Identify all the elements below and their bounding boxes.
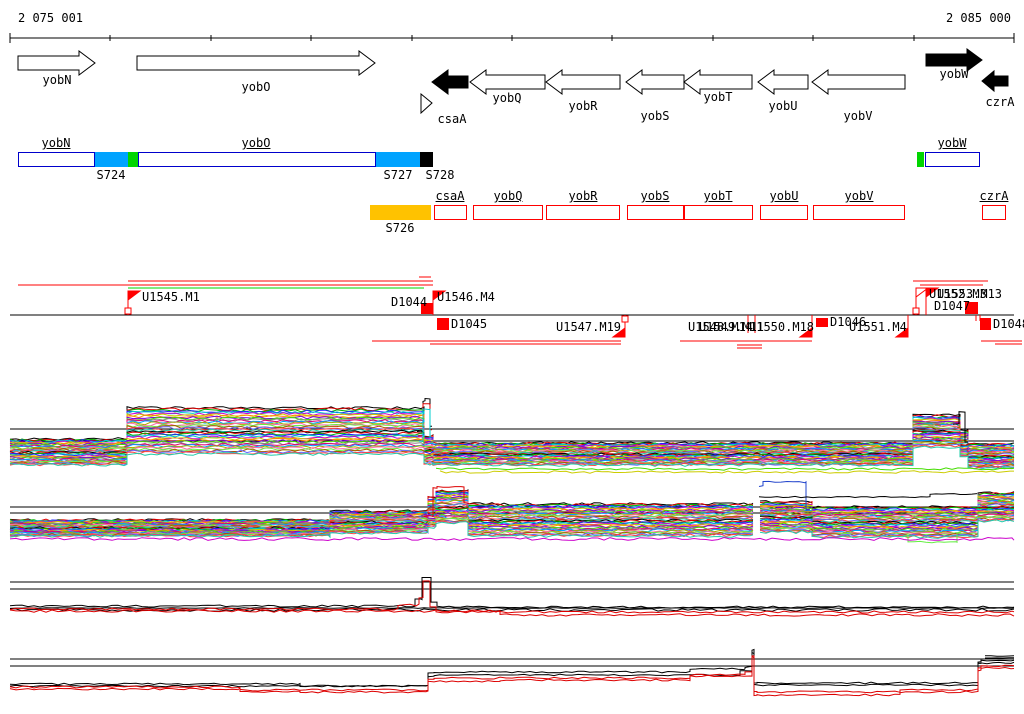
gene-arrow-label-czrA: czrA xyxy=(985,95,1015,109)
expression-line xyxy=(9,651,1015,688)
ruler-start-coordinate: 2 075 001 xyxy=(18,11,84,25)
feature-segment-S726[interactable] xyxy=(370,205,431,220)
tu-flag-base-U1545.M1 xyxy=(124,307,132,315)
tu-box-D1045[interactable] xyxy=(437,318,449,330)
gene-arrow-label-yobW: yobW xyxy=(939,67,969,81)
feature-label-yobV: yobV xyxy=(844,189,874,203)
feature-label-yobN: yobN xyxy=(41,136,71,150)
feature-segment-green-1[interactable] xyxy=(128,152,138,167)
gene-arrow-label-yobT: yobT xyxy=(703,90,733,104)
gene-arrow-yobU[interactable] xyxy=(757,69,809,95)
tu-label-D1048: D1048 xyxy=(993,317,1024,331)
tu-flag-base-U1552.M3 xyxy=(912,307,920,315)
feature-box-czrA[interactable] xyxy=(982,205,1006,220)
csaA-marker-triangle-icon[interactable] xyxy=(420,92,433,115)
expression-line xyxy=(435,467,1015,471)
gene-arrow-yobO[interactable] xyxy=(136,50,376,76)
feature-label-yobO: yobO xyxy=(241,136,271,150)
feature-label-yobW: yobW xyxy=(937,136,967,150)
expression-line xyxy=(9,655,1015,694)
tu-label-D1047: D1047 xyxy=(934,299,971,313)
feature-box-yobR[interactable] xyxy=(546,205,620,220)
feature-box-yobS[interactable] xyxy=(627,205,684,220)
feature-label-yobQ: yobQ xyxy=(493,189,523,203)
expression-line xyxy=(9,655,1015,697)
gene-arrow-label-yobU: yobU xyxy=(768,99,798,113)
gene-arrow-label-csaA: csaA xyxy=(437,112,467,126)
gene-arrow-yobN[interactable] xyxy=(17,50,96,76)
expression-line xyxy=(439,470,1014,474)
gene-arrow-label-yobR: yobR xyxy=(568,99,598,113)
feature-segment-S727[interactable] xyxy=(376,152,420,167)
feature-label-yobU: yobU xyxy=(769,189,799,203)
ruler-end-coordinate: 2 085 000 xyxy=(945,11,1011,25)
tu-box-D1048[interactable] xyxy=(980,318,991,330)
feature-box-yobU[interactable] xyxy=(760,205,808,220)
genome-browser-screen: 2 075 001 2 085 000 yobN yobO csaA yobQ yobR… xyxy=(0,0,1024,714)
expression-line xyxy=(9,536,1015,542)
feature-box-yobT[interactable] xyxy=(684,205,753,220)
segment-label-S728: S728 xyxy=(425,168,455,182)
feature-box-yobO[interactable] xyxy=(138,152,376,167)
gene-arrow-label-yobS: yobS xyxy=(640,109,670,123)
expression-line xyxy=(9,648,1015,688)
feature-label-czrA: czrA xyxy=(979,189,1009,203)
vector-layer xyxy=(9,33,1022,697)
gene-arrow-label-yobV: yobV xyxy=(843,109,873,123)
tu-label-U1547.M19: U1547.M19 xyxy=(556,320,622,334)
tu-flag-base-U1547.M19 xyxy=(621,315,629,323)
gene-arrow-yobS[interactable] xyxy=(625,69,685,95)
gene-arrow-label-yobQ: yobQ xyxy=(492,91,522,105)
tu-flag-U1545.M1[interactable] xyxy=(127,290,142,301)
segment-label-S727: S727 xyxy=(383,168,413,182)
tu-label-U1550.M18: U1550.M18 xyxy=(749,320,815,334)
gene-arrow-yobV[interactable] xyxy=(811,69,906,95)
expression-line xyxy=(758,493,978,499)
gene-arrow-czrA[interactable] xyxy=(981,69,1009,93)
tu-label-U1546.M4: U1546.M4 xyxy=(437,290,495,304)
feature-box-yobV[interactable] xyxy=(813,205,905,220)
gene-arrow-csaA[interactable] xyxy=(431,69,469,95)
tu-box-D1046[interactable] xyxy=(816,318,828,327)
gene-arrow-label-yobO: yobO xyxy=(241,80,271,94)
feature-box-yobW[interactable] xyxy=(925,152,980,167)
feature-label-yobT: yobT xyxy=(703,189,733,203)
feature-label-csaA: csaA xyxy=(435,189,465,203)
tu-label-D1045: D1045 xyxy=(451,317,488,331)
feature-label-yobS: yobS xyxy=(640,189,670,203)
gene-arrow-label-yobN: yobN xyxy=(42,73,72,87)
feature-segment-S728[interactable] xyxy=(420,152,433,167)
expression-line xyxy=(984,655,1015,657)
tu-label-D1046: D1046 xyxy=(830,315,867,329)
feature-segment-green-2[interactable] xyxy=(917,152,924,167)
feature-label-yobR: yobR xyxy=(568,189,598,203)
tu-label-D1044: D1044 xyxy=(391,295,428,309)
expression-line xyxy=(9,489,754,523)
feature-box-csaA[interactable] xyxy=(434,205,467,220)
feature-segment-S724[interactable] xyxy=(95,152,128,167)
segment-label-S726: S726 xyxy=(385,221,415,235)
gene-arrow-yobR[interactable] xyxy=(545,69,621,95)
feature-box-yobQ[interactable] xyxy=(473,205,543,220)
tu-label-U1545.M1: U1545.M1 xyxy=(142,290,200,304)
feature-box-yobN[interactable] xyxy=(18,152,95,167)
segment-label-S724: S724 xyxy=(96,168,126,182)
